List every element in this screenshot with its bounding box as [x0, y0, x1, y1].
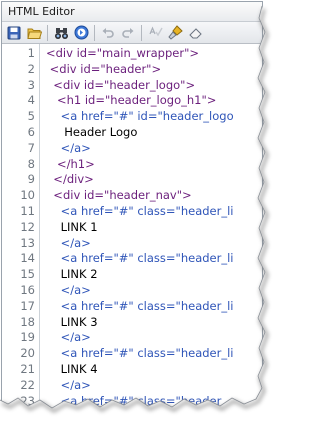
code-token: <a href="#" id="header_logo — [46, 109, 234, 124]
line-number: 19 — [20, 330, 35, 345]
line-number: 9 — [27, 172, 35, 187]
line-number: 5 — [27, 109, 35, 124]
code-token: <a href="#" class="header_li — [46, 203, 234, 218]
code-line[interactable]: </div> — [46, 172, 262, 188]
code-token: </div> — [46, 172, 94, 187]
code-line[interactable]: </a> — [46, 283, 262, 299]
toolbar-separator — [94, 24, 95, 41]
code-token: <a href="#" class="header_li — [46, 251, 234, 266]
code-token: <a href="#" class="header — [46, 393, 222, 408]
code-area[interactable]: <div id="main_wrapper"> <div id="header"… — [40, 44, 262, 418]
line-number: 22 — [20, 377, 35, 392]
code-token: LINK 4 — [46, 361, 98, 376]
erase-button[interactable] — [186, 24, 204, 42]
code-line[interactable]: <h1 id="header_logo_h1"> — [46, 93, 262, 109]
title-bar: HTML Editor — [2, 2, 262, 22]
eraser-icon — [188, 27, 202, 38]
spellcheck-icon — [148, 25, 163, 36]
code-line[interactable]: Header Logo — [46, 125, 262, 141]
redo-button[interactable] — [119, 24, 137, 42]
code-token: <div id="header"> — [46, 61, 162, 76]
line-number: 3 — [27, 77, 35, 92]
line-number: 23 — [20, 393, 35, 408]
code-line[interactable]: </h1> — [46, 157, 262, 173]
code-line[interactable]: </a> — [46, 141, 262, 157]
code-line[interactable]: <div id="main_wrapper"> — [46, 46, 262, 62]
code-line[interactable]: LINK 2 — [46, 267, 262, 283]
code-token: LINK 1 — [46, 219, 98, 234]
line-number: 6 — [27, 124, 35, 139]
toolbar-separator — [141, 24, 142, 41]
navigate-button[interactable] — [72, 24, 90, 42]
code-line[interactable]: <a href="#" class="header_li — [46, 299, 262, 315]
undo-button[interactable] — [99, 24, 117, 42]
code-token: <div id="header_logo"> — [46, 77, 196, 92]
find-button[interactable] — [52, 24, 70, 42]
line-number: 14 — [20, 251, 35, 266]
format-brush-button[interactable] — [166, 24, 184, 42]
html-editor-window: HTML Editor 1 2 3 4 5 6 7 8 9 10 11 12 1… — [1, 1, 263, 419]
code-line[interactable]: </a> — [46, 378, 262, 394]
open-button[interactable] — [25, 24, 43, 42]
code-line[interactable]: LINK 3 — [46, 315, 262, 331]
line-number: 7 — [27, 140, 35, 155]
code-token: <a href="#" class="header_li — [46, 346, 234, 361]
undo-icon — [102, 27, 114, 38]
code-editor[interactable]: 1 2 3 4 5 6 7 8 9 10 11 12 13 14 15 16 17 18 19 20 21 22 23 <d… — [2, 44, 262, 418]
code-line[interactable]: <div id="header_nav"> — [46, 188, 262, 204]
code-token: </a> — [46, 330, 91, 345]
code-token: </h1> — [46, 156, 95, 171]
line-number: 20 — [20, 346, 35, 361]
line-number: 18 — [20, 314, 35, 329]
code-token: </a> — [46, 282, 91, 297]
line-number-gutter: 1 2 3 4 5 6 7 8 9 10 11 12 13 14 15 16 17 18 19 20 21 22 23 — [2, 44, 40, 418]
code-line[interactable]: <a href="#" class="header_li — [46, 251, 262, 267]
line-number: 10 — [20, 188, 35, 203]
code-line[interactable]: <div id="header"> — [46, 62, 262, 78]
navigate-circle-icon — [74, 25, 88, 40]
line-number: 1 — [27, 46, 35, 60]
line-number: 15 — [20, 267, 35, 282]
line-number: 12 — [20, 219, 35, 234]
open-folder-icon — [26, 28, 42, 39]
code-token: LINK 3 — [46, 314, 98, 329]
code-line[interactable]: <div id="header_logo"> — [46, 78, 262, 94]
code-line[interactable]: <a href="#" id="header_logo — [46, 109, 262, 125]
code-token: <div id="header_nav"> — [46, 188, 192, 203]
code-token: Header Logo — [46, 124, 138, 139]
toolbar-separator — [47, 24, 48, 41]
code-token: <h1 id="header_logo_h1"> — [46, 93, 217, 108]
find-binoculars-icon — [54, 27, 68, 39]
code-token: </a> — [46, 377, 91, 392]
brush-icon — [167, 25, 183, 40]
spellcheck-button[interactable] — [146, 24, 164, 42]
code-line[interactable]: LINK 1 — [46, 220, 262, 236]
code-line[interactable]: </a> — [46, 236, 262, 252]
save-icon — [7, 26, 21, 39]
code-line[interactable]: LINK 4 — [46, 362, 262, 378]
save-button[interactable] — [5, 24, 23, 42]
window-title: HTML Editor — [8, 5, 75, 18]
line-number: 17 — [20, 298, 35, 313]
code-token: <a href="#" class="header_li — [46, 298, 234, 313]
toolbar — [2, 22, 262, 44]
line-number: 21 — [20, 361, 35, 376]
code-line[interactable]: <a href="#" class="header_li — [46, 204, 262, 220]
code-token: </a> — [46, 235, 91, 250]
code-token: LINK 2 — [46, 267, 98, 282]
line-number: 8 — [27, 156, 35, 171]
code-line[interactable]: </a> — [46, 330, 262, 346]
code-token: <div id="main_wrapper"> — [46, 46, 200, 60]
line-number: 13 — [20, 235, 35, 250]
line-number: 2 — [27, 61, 35, 76]
line-number: 11 — [20, 203, 35, 218]
redo-icon — [122, 27, 134, 38]
code-token: </a> — [46, 140, 91, 155]
line-number: 16 — [20, 282, 35, 297]
code-line[interactable]: <a href="#" class="header_li — [46, 346, 262, 362]
code-line[interactable]: <a href="#" class="header — [46, 394, 262, 410]
line-number: 4 — [27, 93, 35, 108]
